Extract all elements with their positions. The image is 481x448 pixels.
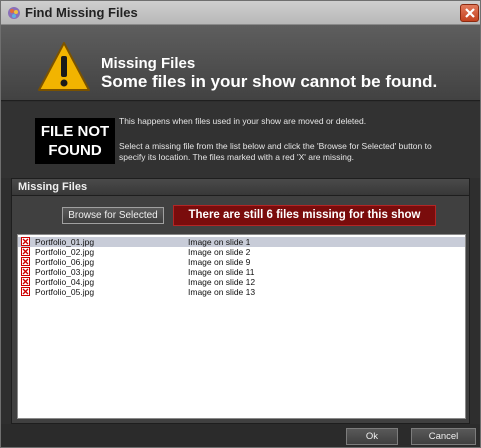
app-icon — [7, 6, 21, 20]
file-location: Image on slide 9 — [188, 257, 251, 267]
close-button[interactable] — [460, 4, 479, 22]
find-missing-files-dialog: Find Missing Files Missing Files Some fi… — [0, 0, 481, 448]
title-bar: Find Missing Files — [1, 1, 480, 25]
file-location: Image on slide 13 — [188, 287, 256, 297]
info-section: FILE NOT FOUND This happens when files u… — [1, 102, 480, 178]
badge-line-2: FOUND — [48, 142, 102, 159]
list-item[interactable]: Portfolio_04.jpg Image on slide 12 — [18, 277, 465, 287]
file-name: Portfolio_06.jpg — [35, 257, 95, 267]
info-text-1: This happens when files used in your sho… — [119, 116, 367, 126]
window-title: Find Missing Files — [25, 5, 138, 20]
file-not-found-badge: FILE NOT FOUND — [35, 118, 115, 164]
list-item[interactable]: Portfolio_05.jpg Image on slide 13 — [18, 287, 465, 297]
header-title: Missing Files — [101, 55, 196, 72]
list-item[interactable]: Portfolio_03.jpg Image on slide 11 — [18, 267, 465, 277]
missing-files-panel-header: Missing Files — [11, 178, 470, 196]
badge-line-1: FILE NOT — [40, 123, 110, 140]
panel-title: Missing Files — [18, 181, 88, 193]
file-name: Portfolio_03.jpg — [35, 267, 95, 277]
info-text-2: Select a missing file from the list belo… — [119, 141, 432, 162]
browse-for-selected-button[interactable]: Browse for Selected — [62, 207, 164, 224]
file-location: Image on slide 11 — [188, 267, 255, 277]
missing-x-icon — [21, 257, 30, 266]
file-name: Portfolio_05.jpg — [35, 287, 95, 297]
file-name: Portfolio_04.jpg — [35, 277, 95, 287]
missing-x-icon — [21, 287, 30, 296]
missing-status-banner: There are still 6 files missing for this… — [173, 205, 436, 226]
warning-icon — [38, 42, 90, 91]
close-icon — [465, 8, 475, 18]
file-name: Portfolio_02.jpg — [35, 247, 95, 257]
file-name: Portfolio_01.jpg — [35, 237, 95, 247]
list-item[interactable]: Portfolio_02.jpg Image on slide 2 — [18, 247, 465, 257]
missing-files-list[interactable]: Portfolio_01.jpg Image on slide 1 Portfo… — [17, 234, 466, 419]
header: Missing Files Some files in your show ca… — [1, 25, 480, 101]
missing-x-icon — [21, 247, 30, 256]
ok-button[interactable]: Ok — [346, 428, 398, 445]
list-item[interactable]: Portfolio_01.jpg Image on slide 1 — [18, 237, 465, 247]
file-location: Image on slide 1 — [188, 237, 251, 247]
file-location: Image on slide 12 — [188, 277, 256, 287]
dialog-footer: Ok Cancel — [1, 424, 480, 447]
header-subtitle: Some files in your show cannot be found. — [101, 72, 438, 91]
missing-files-panel: Browse for Selected There are still 6 fi… — [11, 196, 470, 424]
missing-x-icon — [21, 267, 30, 276]
missing-x-icon — [21, 237, 30, 246]
list-item[interactable]: Portfolio_06.jpg Image on slide 9 — [18, 257, 465, 267]
cancel-button[interactable]: Cancel — [411, 428, 476, 445]
missing-x-icon — [21, 277, 30, 286]
file-location: Image on slide 2 — [188, 247, 251, 257]
